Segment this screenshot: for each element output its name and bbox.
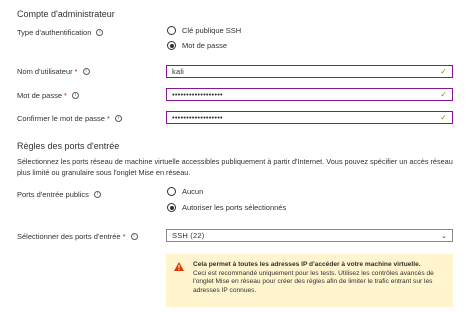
auth-type-label-text: Type d'authentification — [17, 28, 92, 37]
chevron-down-icon[interactable]: ⌄ — [441, 232, 447, 240]
warning-text: Cela permet à toutes les adresses IP d'a… — [193, 261, 443, 300]
select-ports-value: SSH (22) — [172, 231, 205, 240]
password-label-text: Mot de passe — [17, 91, 63, 100]
public-ports-label-text: Ports d'entrée publics — [17, 190, 89, 199]
public-ports-option-allow[interactable]: Autoriser les ports sélectionnés — [167, 203, 286, 212]
username-label: Nom d'utilisateur * i — [17, 67, 90, 76]
confirm-password-field[interactable]: •••••••••••••••••• ✓ — [166, 111, 453, 124]
required-mark: * — [74, 67, 78, 76]
username-label-text: Nom d'utilisateur — [17, 67, 73, 76]
warning-title: Cela permet à toutes les adresses IP d'a… — [193, 261, 421, 268]
select-ports-dropdown[interactable]: SSH (22) ⌄ — [166, 229, 453, 242]
confirm-password-value: •••••••••••••••••• — [172, 113, 223, 122]
required-mark: * — [106, 114, 110, 123]
password-value: •••••••••••••••••• — [172, 90, 223, 99]
username-field[interactable]: kali ✓ — [166, 65, 453, 78]
username-value: kali — [172, 67, 185, 76]
auth-option-ssh-label: Clé publique SSH — [182, 26, 242, 35]
radio-allow[interactable] — [167, 203, 176, 212]
checkmark-icon: ✓ — [440, 66, 447, 76]
radio-ssh[interactable] — [167, 26, 176, 35]
auth-type-label: Type d'authentification i — [17, 28, 104, 37]
auth-option-ssh[interactable]: Clé publique SSH — [167, 26, 241, 35]
checkmark-icon: ✓ — [440, 112, 447, 122]
radio-none[interactable] — [167, 187, 176, 196]
info-icon[interactable]: i — [93, 191, 101, 198]
public-ports-option-allow-label: Autoriser les ports sélectionnés — [182, 203, 287, 212]
info-icon[interactable]: i — [96, 29, 104, 36]
radio-password[interactable] — [167, 41, 176, 50]
admin-section-title: Compte d'administrateur — [17, 9, 115, 19]
confirm-password-label-text: Confirmer le mot de passe — [17, 114, 105, 123]
confirm-password-label: Confirmer le mot de passe * i — [17, 114, 122, 123]
auth-option-password[interactable]: Mot de passe — [167, 41, 227, 50]
password-field[interactable]: •••••••••••••••••• ✓ — [166, 88, 453, 101]
warning-banner: Cela permet à toutes les adresses IP d'a… — [166, 254, 453, 307]
info-icon[interactable]: i — [114, 115, 122, 122]
info-icon[interactable]: i — [82, 68, 90, 75]
required-mark: * — [64, 91, 67, 100]
public-ports-option-none-label: Aucun — [182, 187, 204, 196]
warning-body: Ceci est recommandé uniquement pour les … — [193, 269, 434, 294]
inbound-section-title: Règles des ports d'entrée — [17, 141, 120, 151]
public-ports-option-none[interactable]: Aucun — [167, 187, 203, 196]
required-mark: * — [122, 232, 126, 241]
select-ports-label-text: Sélectionner des ports d'entrée — [17, 232, 121, 241]
public-ports-label: Ports d'entrée publics i — [17, 190, 101, 199]
auth-option-password-label: Mot de passe — [182, 41, 228, 50]
select-ports-label: Sélectionner des ports d'entrée * i — [17, 232, 138, 241]
inbound-description: Sélectionnez les ports réseau de machine… — [17, 157, 453, 177]
info-icon[interactable]: i — [71, 92, 79, 99]
info-icon[interactable]: i — [130, 233, 138, 240]
checkmark-icon: ✓ — [440, 89, 447, 99]
warning-triangle-icon — [174, 262, 184, 271]
password-label: Mot de passe * i — [17, 91, 79, 100]
